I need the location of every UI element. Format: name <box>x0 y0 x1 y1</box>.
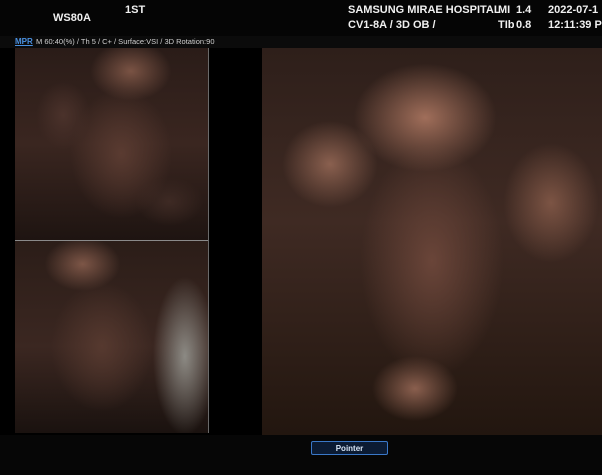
mi-label: MI <box>498 4 511 16</box>
tib-label: TIb <box>498 19 515 31</box>
render-view-main[interactable] <box>262 48 602 435</box>
probe-preset: CV1-8A / 3D OB / <box>348 19 436 31</box>
tib-value: 0.8 <box>516 19 532 31</box>
device-model: WS80A <box>53 12 91 24</box>
pointer-button[interactable]: Pointer <box>311 441 388 455</box>
header-bar: WS80A 1ST SAMSUNG MIRAE HOSPITAL CV1-8A … <box>0 0 602 36</box>
render-params: M 60:40(%) / Th 5 / C+ / Surface:VSI / 3… <box>36 37 215 46</box>
bottom-bar <box>0 435 602 475</box>
mpr-view-bottom-left[interactable] <box>15 241 208 433</box>
view-divider-vertical <box>208 48 209 433</box>
exam-time: 12:11:39 P <box>548 19 602 31</box>
view-divider-horizontal <box>15 240 208 241</box>
mpr-view-top-left[interactable] <box>15 48 208 240</box>
mpr-tab[interactable]: MPR <box>15 37 33 46</box>
hospital-name: SAMSUNG MIRAE HOSPITAL <box>348 4 501 16</box>
trimester-label: 1ST <box>125 4 146 16</box>
exam-date: 2022-07-1 <box>548 4 599 16</box>
mi-value: 1.4 <box>516 4 532 16</box>
